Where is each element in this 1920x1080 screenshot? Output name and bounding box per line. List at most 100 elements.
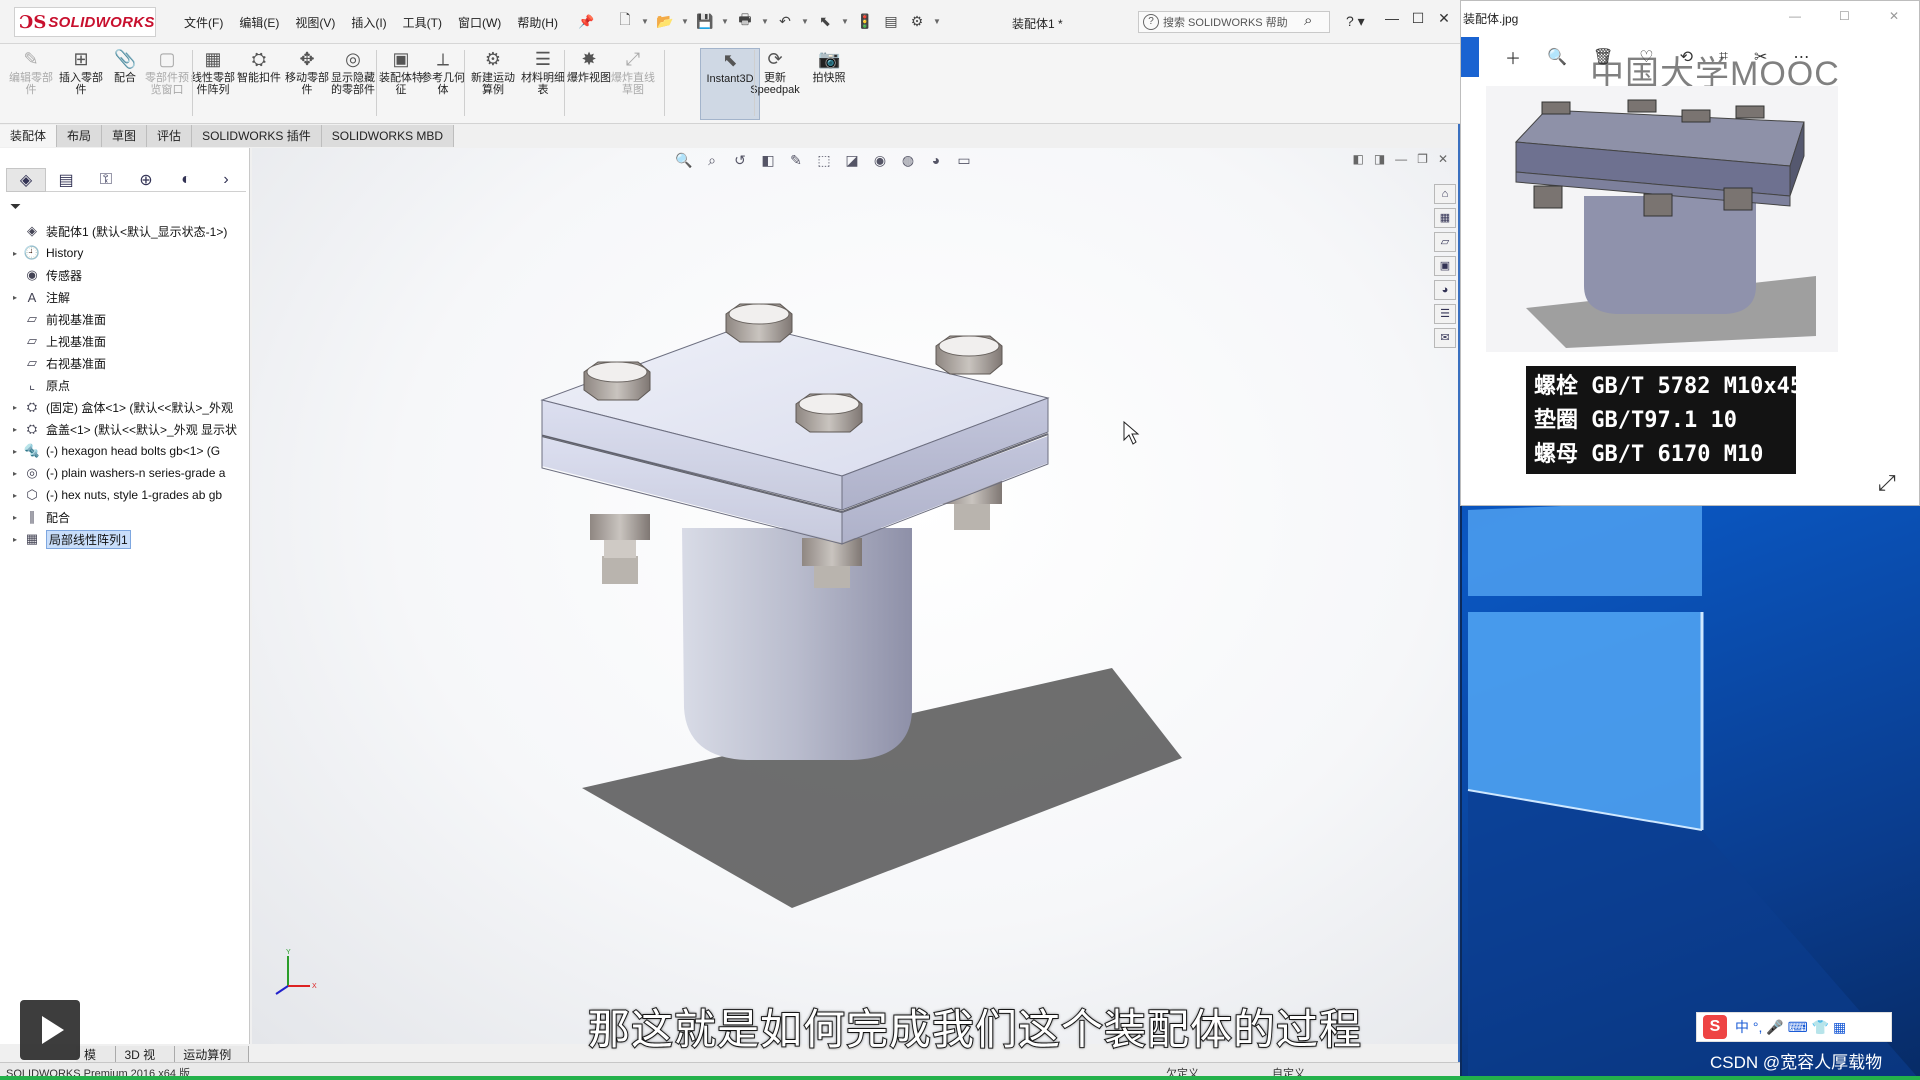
expand-icon[interactable]: ⤢ [1878,470,1896,496]
expand-arrow-icon[interactable]: ▸ [8,491,22,500]
tab-addins[interactable]: SOLIDWORKS 插件 [192,125,322,147]
configuration-manager-tab-icon[interactable]: ⚿ [86,168,126,192]
video-play-button[interactable] [20,1000,80,1060]
expand-arrow-icon[interactable]: ▸ [8,513,22,522]
tab-layout[interactable]: 布局 [57,125,103,147]
zoom-icon[interactable]: 🔍 [1547,47,1567,67]
command-move-component[interactable]: ✥ 移动零部件 [284,48,330,120]
command-linear-pattern[interactable]: ▦ 线性零部件阵列 [190,48,236,120]
menu-window[interactable]: 窗口(W) [458,14,501,31]
close-icon[interactable]: ✕ [1434,10,1454,27]
solidworks-logo[interactable]: ƆS SOLIDWORKS [14,7,156,37]
tree-item[interactable]: ◉ 传感器 [8,264,248,286]
assembly-model[interactable] [252,148,1458,1044]
command-bom[interactable]: ☰ 材料明细表 [520,48,566,120]
tab-sketch[interactable]: 草图 [102,125,148,147]
help-search-input[interactable]: ? 搜索 SOLIDWORKS 帮助 [1138,11,1330,33]
rebuild-traffic-light-icon[interactable]: 🚦 [854,10,876,32]
command-component-preview[interactable]: ▢ 零部件预览窗口 [144,48,190,120]
options-gear-icon[interactable]: ⚙ [906,10,928,32]
tree-item[interactable]: ▸ 🕘 History [8,242,248,264]
command-label: 新建运动算例 [471,72,515,96]
command-label: 线性零部件阵列 [191,72,235,96]
open-folder-icon[interactable]: 📂 [654,10,676,32]
filter-icon[interactable]: ⏷ [10,198,21,215]
save-icon[interactable]: 💾 [694,10,716,32]
minimize-icon[interactable]: — [1382,10,1402,26]
command-speedpak[interactable]: ⟳ 更新Speedpak [750,48,800,120]
undo-icon[interactable]: ↶ [774,10,796,32]
expand-arrow-icon[interactable]: ▸ [8,425,22,434]
chevron-down-icon[interactable]: ▼ [680,10,690,32]
tree-item[interactable]: ▸ A 注解 [8,286,248,308]
tree-item[interactable]: ▱ 上视基准面 [8,330,248,352]
command-label: 拍快照 [812,72,846,84]
help-menu-icon[interactable]: ? ▾ [1346,13,1365,30]
ime-toolbar[interactable]: S 中 °, 🎤 ⌨ 👕 ▦ [1696,1012,1892,1042]
command-reference-geometry[interactable]: ⟂ 参考几何体 [420,48,466,120]
tree-item[interactable]: ◈ 装配体1 (默认<默认_显示状态-1>) [8,220,248,242]
tree-item[interactable]: ⌞ 原点 [8,374,248,396]
chevron-down-icon[interactable]: ▼ [840,10,850,32]
display-manager-tab-icon[interactable]: ◐ [166,168,206,192]
menu-file[interactable]: 文件(F) [184,14,223,31]
graphics-viewport[interactable]: 🔍 ⌕ ↺ ◧ ✎ ⬚ ◪ ◉ ◍ ◕ ▭ ◧ ◨ — ❐ ✕ ⌂ ▦ ▱ ▣ … [252,148,1458,1044]
chevron-down-icon[interactable]: ▼ [800,10,810,32]
tab-mbd[interactable]: SOLIDWORKS MBD [321,125,455,147]
exploded-view-icon: ✸ [581,49,597,69]
maximize-icon[interactable]: ☐ [1408,10,1428,27]
pin-icon[interactable]: 📌 [578,14,594,30]
new-document-icon[interactable]: 🗋 [614,10,636,32]
snapshot-icon: 📷 [818,49,841,69]
expand-arrow-icon[interactable]: ▸ [8,403,22,412]
expand-arrow-icon[interactable]: ▸ [8,469,22,478]
tree-item[interactable]: ▸ ∥ 配合 [8,506,248,528]
feature-tree-tab-icon[interactable]: ◈ [6,168,46,192]
tree-item[interactable]: ▱ 前视基准面 [8,308,248,330]
tree-item[interactable]: ▱ 右视基准面 [8,352,248,374]
command-smart-fastener[interactable]: ⛭ 智能扣件 [236,48,282,120]
chevron-down-icon[interactable]: ▼ [640,10,650,32]
print-icon[interactable]: 🖶 [734,10,756,32]
file-properties-icon[interactable]: ▤ [880,10,902,32]
tree-item[interactable]: ▸ ⛭ 盒盖<1> (默认<<默认>_外观 显示状 [8,418,248,440]
chevron-down-icon[interactable]: ▼ [720,10,730,32]
menu-edit[interactable]: 编辑(E) [239,14,279,31]
tree-item[interactable]: ▸ ◎ (-) plain washers-n series-grade a [8,462,248,484]
panel-expand-chevron-icon[interactable]: › [206,168,246,192]
command-motion-study[interactable]: ⚙ 新建运动算例 [470,48,516,120]
command-explode-line[interactable]: ⤢ 爆炸直线草图 [610,48,656,120]
command-edit-component[interactable]: ✎ 编辑零部件 [8,48,54,120]
expand-arrow-icon[interactable]: ▸ [8,249,22,258]
menu-view[interactable]: 视图(V) [295,14,335,31]
tree-item[interactable]: ▸ ⬡ (-) hex nuts, style 1-grades ab gb [8,484,248,506]
chevron-down-icon[interactable]: ▼ [932,10,942,32]
tab-evaluate[interactable]: 评估 [147,125,193,147]
command-mate[interactable]: 📎 配合 [102,48,148,120]
menu-help[interactable]: 帮助(H) [517,14,558,31]
tab-assembly[interactable]: 装配体 [0,125,58,147]
expand-arrow-icon[interactable]: ▸ [8,535,22,544]
pattern-icon: ▦ [25,531,39,546]
chevron-down-icon[interactable]: ▼ [760,10,770,32]
maximize-icon[interactable]: ☐ [1839,9,1850,23]
select-arrow-icon[interactable]: ⬉ [814,10,836,32]
minimize-icon[interactable]: — [1789,9,1801,23]
command-insert-component[interactable]: ⊞ 插入零部件 [58,48,104,120]
expand-arrow-icon[interactable]: ▸ [8,293,22,302]
menu-tools[interactable]: 工具(T) [403,14,442,31]
command-assembly-feature[interactable]: ▣ 装配体特征 [378,48,424,120]
tree-item[interactable]: ▸ ▦ 局部线性阵列1 [8,528,248,550]
dimxpert-tab-icon[interactable]: ⊕ [126,168,166,192]
tree-item[interactable]: ▸ ⛭ (固定) 盒体<1> (默认<<默认>_外观 [8,396,248,418]
command-show-hidden[interactable]: ◎ 显示隐藏的零部件 [330,48,376,120]
menu-insert[interactable]: 插入(I) [351,14,386,31]
command-snapshot[interactable]: 📷 拍快照 [806,48,852,120]
add-icon[interactable]: ＋ [1505,45,1521,69]
close-icon[interactable]: ✕ [1889,9,1899,23]
tree-item[interactable]: ▸ 🔩 (-) hexagon head bolts gb<1> (G [8,440,248,462]
search-icon[interactable]: ⌕ [1304,12,1312,29]
command-exploded-view[interactable]: ✸ 爆炸视图 [566,48,612,120]
property-manager-tab-icon[interactable]: ▤ [46,168,86,192]
expand-arrow-icon[interactable]: ▸ [8,447,22,456]
